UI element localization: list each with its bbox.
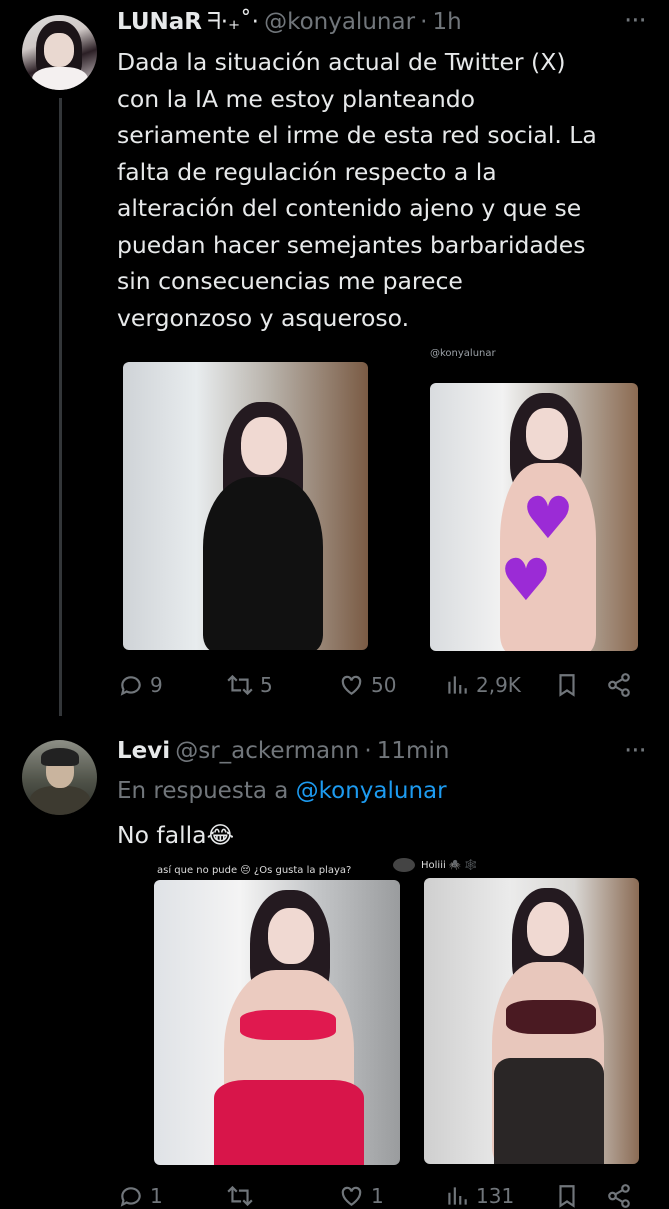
views-button[interactable]: 131 [444,1183,514,1209]
thread-line [59,98,62,716]
retweet-icon [227,1185,253,1207]
handle[interactable]: @sr_ackermann [175,738,359,764]
tweet2-text: No falla😂 [117,817,234,854]
separator: · [420,9,428,35]
reply-button[interactable]: 9 [118,672,163,698]
separator: · [364,738,372,764]
bookmark-button[interactable] [556,672,578,698]
timestamp[interactable]: 1h [433,9,462,35]
heart-censor-icon: ♥ [500,546,552,614]
handle[interactable]: @konyalunar [264,9,415,35]
tweet-text-line: puedan hacer semejantes barbaridades [117,230,586,259]
retweet-button[interactable]: 5 [226,672,273,698]
tweet-text-line: con la IA me estoy planteando [117,84,476,113]
timestamp[interactable]: 11min [377,738,450,764]
laughing-emoji: 😂 [206,821,235,849]
bookmark-icon [559,1185,575,1208]
tweet-text: No falla [117,821,207,849]
reply-count: 9 [150,673,163,697]
avatar-levi[interactable] [22,740,97,815]
avatar-lunar[interactable] [22,15,97,90]
views-button[interactable]: 2,9K [444,672,521,698]
views-icon [448,1187,467,1205]
reply-mention-link[interactable]: @konyalunar [296,778,447,804]
reply-icon [120,676,141,696]
share-icon [608,673,630,697]
bookmark-icon [559,674,575,697]
bookmark-button[interactable] [556,1183,578,1209]
tweet-text-line: seriamente el irme de esta red social. L… [117,121,597,149]
tweet1-header: LUNaR ᖷ·₊˚· @konyalunar · 1h [117,9,462,35]
reply-context: En respuesta a @konyalunar [117,778,447,804]
tweet2-photo-1[interactable] [154,880,400,1165]
tweet2-header: Levi @sr_ackermann · 11min [117,738,449,764]
retweet-button[interactable] [226,1183,260,1209]
retweet-count: 5 [260,673,273,697]
image-caption: Holiii 🕷️ 🕸️ [421,860,478,871]
share-button[interactable] [606,1183,632,1209]
like-icon [341,675,362,695]
name-decoration: ᖷ·₊˚· [207,9,259,35]
reply-button[interactable]: 1 [118,1183,163,1209]
more-options-icon[interactable]: ··· [624,6,647,36]
tweet-text-line: Dada la situación actual de Twitter (X) [117,48,566,76]
like-count: 1 [371,1184,384,1208]
image-watermark: @konyalunar [430,348,496,359]
display-name[interactable]: LUNaR [117,9,202,35]
like-button[interactable]: 50 [338,672,396,698]
image-caption: así que no pude 😔 ¿Os gusta la playa? [157,865,352,876]
share-icon [608,1184,630,1208]
tweet-text-line: alteración del contenido ajeno y que se [117,194,582,222]
retweet-icon [227,674,253,696]
share-button[interactable] [606,672,632,698]
tweet1-text: Dada la situación actual de Twitter (X) … [117,44,647,336]
views-count: 2,9K [476,673,521,697]
reply-count: 1 [150,1184,163,1208]
display-name[interactable]: Levi [117,738,170,764]
views-icon [448,676,467,694]
like-button[interactable]: 1 [338,1183,384,1209]
reply-prefix: En respuesta a [117,778,289,804]
tweet1-photo-1[interactable] [123,362,368,650]
reply-icon [120,1187,141,1207]
tweet-text-line: vergonzoso y asqueroso. [117,303,410,332]
caption-avatar [393,858,415,872]
views-count: 131 [476,1184,515,1208]
like-icon [341,1186,362,1206]
like-count: 50 [371,673,397,697]
tweet-text-line: sin consecuencias me parece [117,267,463,295]
heart-censor-icon: ♥ [522,484,574,552]
tweet-text-line: falta de regulación respecto a la [117,157,497,186]
more-options-icon[interactable]: ··· [624,736,647,766]
tweet1-photo-2[interactable]: ♥ ♥ [430,383,638,651]
tweet2-photo-2[interactable] [424,878,639,1164]
